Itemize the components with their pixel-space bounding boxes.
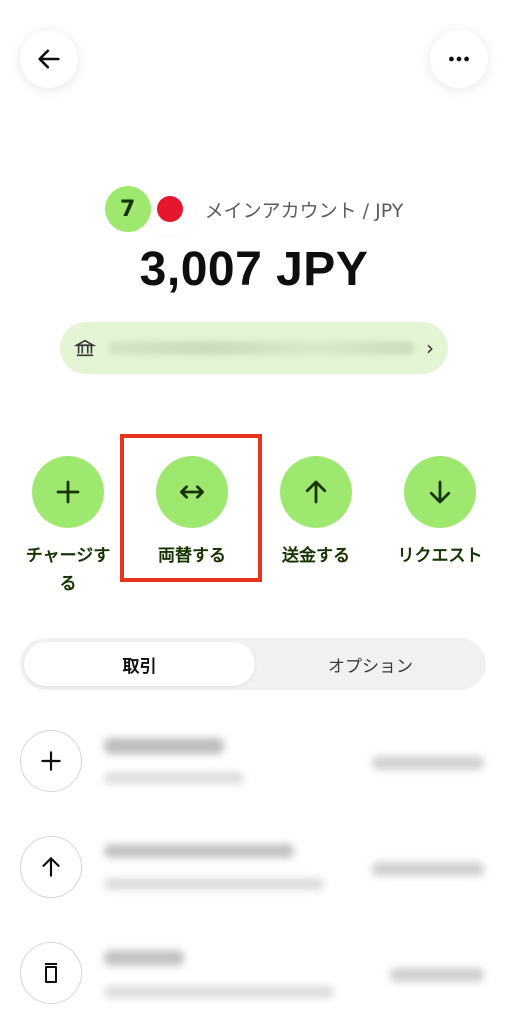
card-icon — [20, 942, 82, 1004]
arrow-up-icon — [305, 480, 327, 504]
charge-label: チャージする — [25, 546, 111, 594]
bank-icon — [74, 339, 96, 357]
account-header: 7 メインアカウント / JPY — [0, 184, 508, 234]
transaction-amount-blurred — [390, 968, 484, 982]
more-horizontal-icon — [449, 56, 469, 62]
tab-transactions[interactable]: 取引 — [24, 642, 255, 686]
charge-action[interactable]: チャージする — [6, 456, 130, 598]
transaction-row[interactable] — [20, 942, 488, 1006]
request-button[interactable] — [404, 456, 476, 528]
arrow-up-icon — [20, 836, 82, 898]
charge-button[interactable] — [32, 456, 104, 528]
transaction-title-blurred — [104, 950, 184, 966]
account-name: メインアカウント / JPY — [204, 199, 404, 222]
exchange-highlight-box — [120, 434, 262, 582]
plus-icon — [20, 730, 82, 792]
tab-bar: 取引 オプション — [20, 638, 486, 690]
bank-details-button[interactable]: › — [60, 322, 448, 374]
masked-account-number — [108, 341, 414, 355]
transaction-row[interactable] — [20, 730, 488, 794]
plus-icon — [56, 480, 80, 504]
account-balance: 3,007 JPY — [139, 243, 369, 296]
transaction-subtitle-blurred — [104, 878, 324, 890]
transaction-title-blurred — [104, 844, 294, 858]
transaction-amount-blurred — [372, 862, 484, 876]
request-label: リクエスト — [397, 546, 483, 566]
back-button[interactable] — [20, 30, 78, 88]
send-action[interactable]: 送金する — [254, 456, 378, 570]
more-options-button[interactable] — [430, 30, 488, 88]
arrow-down-icon — [429, 480, 451, 504]
transaction-row[interactable] — [20, 836, 488, 900]
request-action[interactable]: リクエスト — [378, 456, 502, 570]
transaction-subtitle-blurred — [104, 986, 334, 998]
arrow-left-icon — [38, 49, 60, 69]
transaction-title-blurred — [104, 738, 224, 754]
brand-logo: 7 — [104, 186, 151, 232]
transaction-subtitle-blurred — [104, 772, 244, 784]
send-button[interactable] — [280, 456, 352, 528]
chevron-right-icon: › — [426, 336, 434, 360]
transaction-amount-blurred — [372, 756, 484, 770]
tab-options[interactable]: オプション — [255, 642, 486, 686]
send-label: 送金する — [282, 546, 350, 566]
japan-flag-icon — [144, 184, 195, 234]
